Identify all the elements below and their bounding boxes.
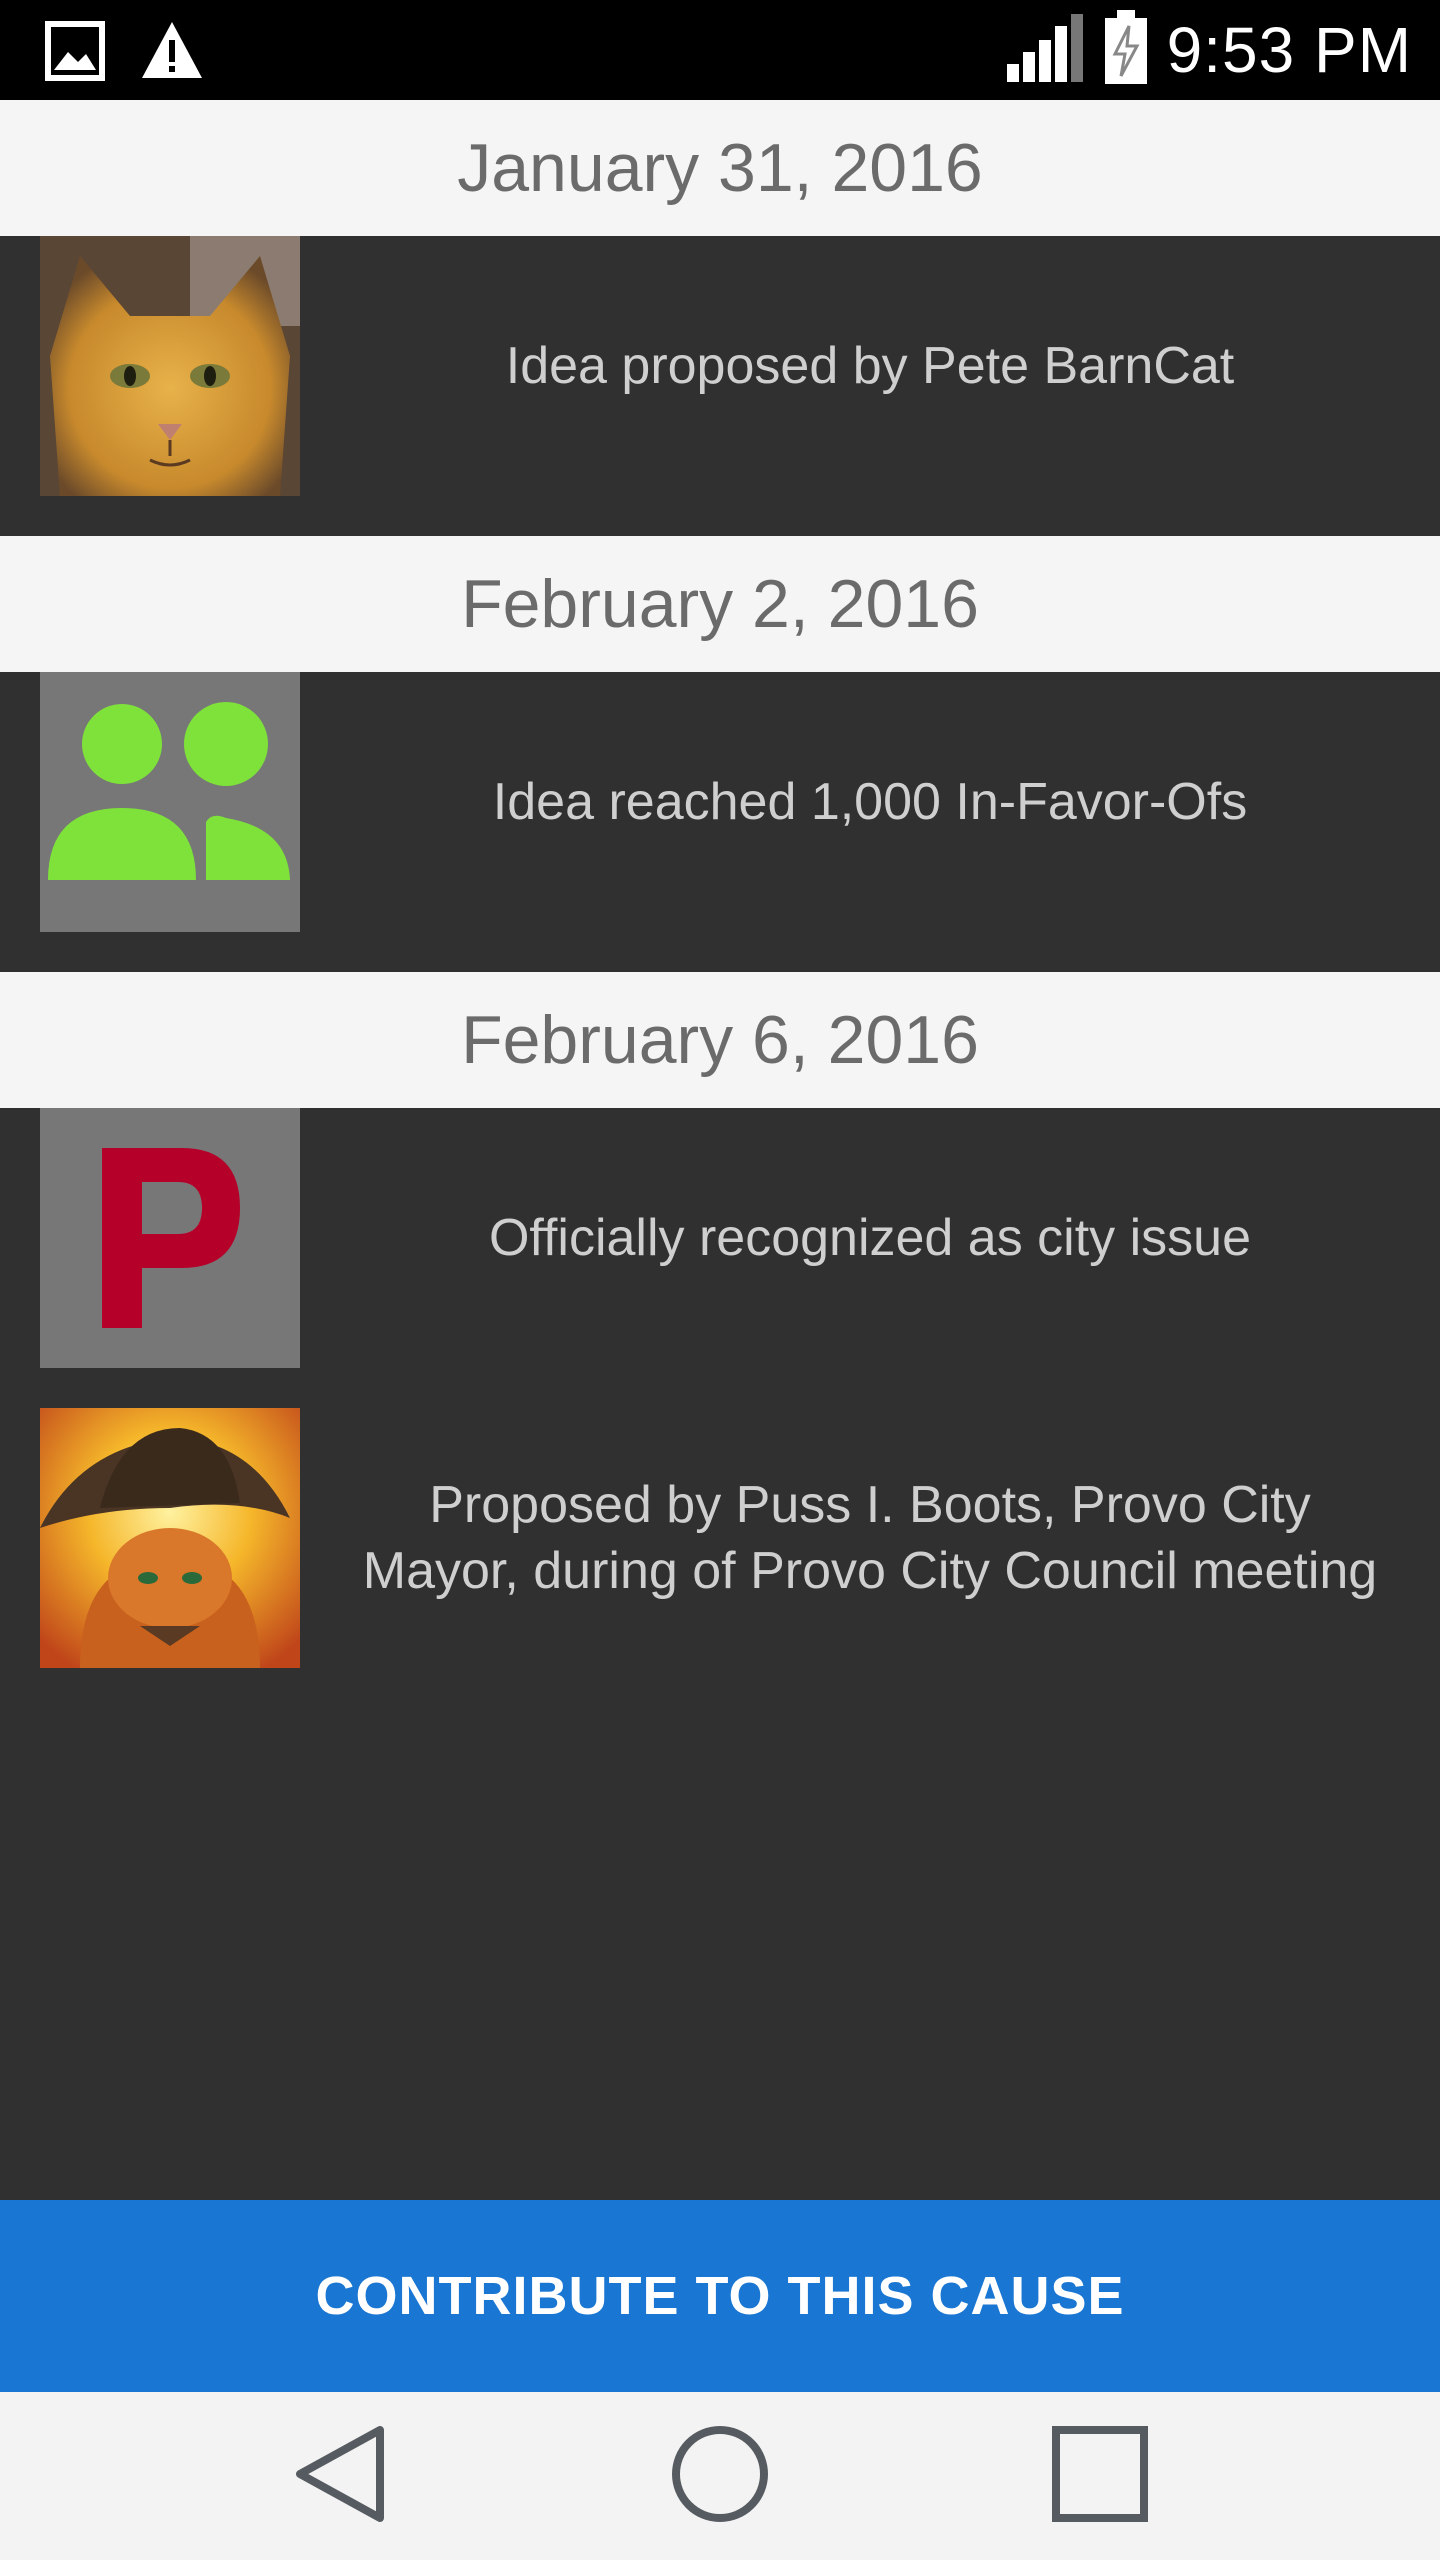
timeline-event[interactable]: Idea reached 1,000 In-Favor-Ofs	[0, 672, 1440, 932]
date-header: February 6, 2016	[0, 972, 1440, 1108]
warning-icon	[140, 20, 204, 87]
contribute-button[interactable]: CONTRIBUTE TO THIS CAUSE	[0, 2200, 1440, 2392]
event-description: Idea proposed by Pete BarnCat	[505, 337, 1235, 395]
clock: 9:53 PM	[1166, 14, 1412, 86]
timeline-list[interactable]: January 31, 2016 Idea proposed by Pete B…	[0, 100, 1440, 2200]
status-bar: 9:53 PM	[0, 0, 1440, 100]
notification-icons	[44, 20, 204, 87]
event-description: Proposed by Puss I. Boots, Provo City Ma…	[362, 1476, 1378, 1600]
image-icon	[44, 20, 106, 87]
puss-in-boots-avatar	[40, 1408, 300, 1668]
signal-icon	[1005, 12, 1085, 89]
system-indicators: 9:53 PM	[1005, 0, 1412, 100]
date-header: January 31, 2016	[0, 100, 1440, 236]
orange-cat-avatar	[40, 236, 300, 496]
event-description: Officially recognized as city issue	[488, 1209, 1252, 1267]
city-p-logo	[40, 1108, 300, 1368]
timeline-event[interactable]: Proposed by Puss I. Boots, Provo City Ma…	[0, 1408, 1440, 1668]
home-icon	[670, 2424, 770, 2529]
home-button[interactable]	[660, 2424, 780, 2529]
timeline-event[interactable]: Officially recognized as city issue	[0, 1108, 1440, 1368]
event-description: Idea reached 1,000 In-Favor-Ofs	[492, 773, 1248, 831]
recents-icon	[1050, 2424, 1150, 2529]
back-button[interactable]	[280, 2424, 400, 2529]
battery-charging-icon	[1103, 9, 1149, 91]
navigation-bar	[0, 2392, 1440, 2560]
recents-button[interactable]	[1040, 2424, 1160, 2529]
date-header: February 2, 2016	[0, 536, 1440, 672]
timeline-event[interactable]: Idea proposed by Pete BarnCat	[0, 236, 1440, 496]
people-group-icon	[40, 672, 300, 932]
back-icon	[292, 2424, 388, 2529]
